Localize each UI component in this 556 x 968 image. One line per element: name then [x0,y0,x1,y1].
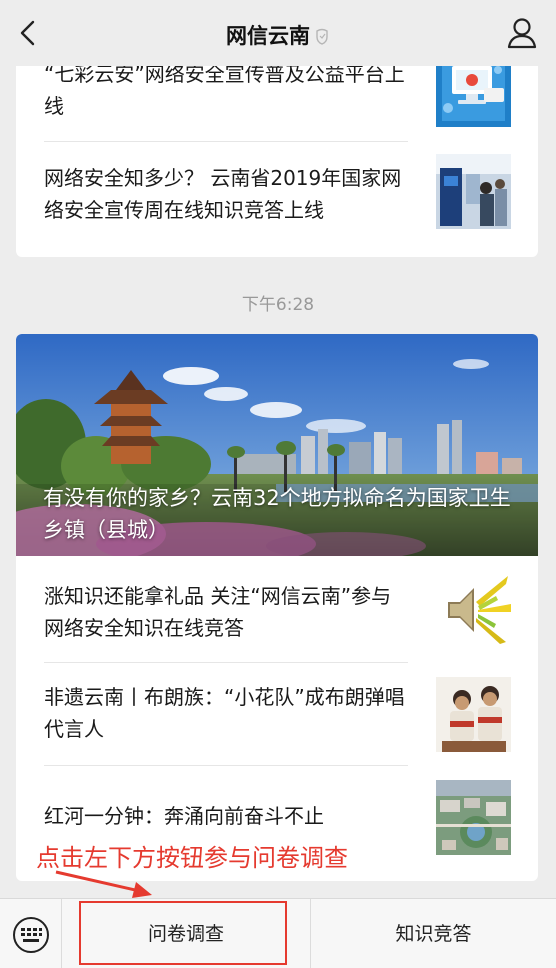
account-name: 网信云南 [226,24,310,48]
keyboard-toggle[interactable] [0,899,62,968]
highlight-box [79,901,287,965]
profile-icon[interactable] [506,16,538,50]
article-title: 红河一分钟：奔涌向前奋斗不止 [44,804,324,828]
article-item[interactable]: 非遗云南丨布朗族：“小花队”成布朗弹唱代言人 [16,663,538,766]
exhibition-photo-icon [436,154,511,229]
article-title: 网络安全知多少？ 云南省2019年国家网络安全宣传周在线知识竞答上线 [44,166,402,222]
performers-photo-icon [436,677,511,752]
article-thumbnail [436,154,511,229]
article-title: 非遗云南丨布朗族：“小花队”成布朗弹唱代言人 [44,685,405,741]
menu-quiz-button[interactable]: 知识竞答 [310,899,556,968]
bottom-menu-bar: 问卷调查 知识竞答 [0,898,556,968]
article-thumbnail [436,780,511,855]
hero-article[interactable]: 有没有你的家乡？云南32个地方拟命名为国家卫生乡镇（县城） [16,334,538,556]
article-item[interactable]: 涨知识还能拿礼品 关注“网信云南”参与网络安全知识在线竞答 [16,556,538,663]
menu-survey-button[interactable]: 问卷调查 [62,899,310,968]
article-item[interactable]: 网络安全知多少？ 云南省2019年国家网络安全宣传周在线知识竞答上线 [16,142,538,257]
article-thumbnail [436,677,511,752]
speaker-icon [436,572,511,647]
aerial-city-photo-icon [436,780,511,855]
article-thumbnail [436,572,511,647]
hero-title: 有没有你的家乡？云南32个地方拟命名为国家卫生乡镇（县城） [43,486,511,542]
message-timestamp: 下午6:28 [241,295,315,315]
verified-icon [316,28,328,45]
keyboard-icon [13,917,49,953]
article-title: “七彩云安”网络安全宣传普及公益平台上线 [44,62,405,118]
page-title: 网信云南 [0,20,556,50]
nav-bar: 网信云南 [0,0,556,66]
article-card: “七彩云安”网络安全宣传普及公益平台上线 网络安全知多少？ 云南省2019年国家… [16,40,538,257]
article-card: 有没有你的家乡？云南32个地方拟命名为国家卫生乡镇（县城） 涨知识还能拿礼品 关… [16,334,538,881]
menu-quiz-label: 知识竞答 [395,923,472,945]
article-title: 涨知识还能拿礼品 关注“网信云南”参与网络安全知识在线竞答 [44,584,392,640]
